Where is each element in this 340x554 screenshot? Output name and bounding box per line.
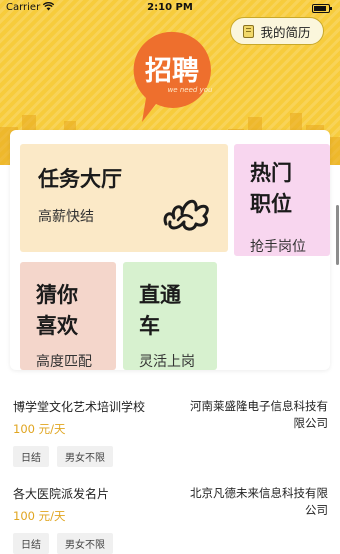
job-tag: 男女不限: [57, 533, 113, 554]
resume-icon: [243, 24, 255, 38]
status-bar: Carrier 2:10 PM: [0, 0, 340, 16]
job-tag: 男女不限: [57, 446, 113, 467]
my-resume-label: 我的简历: [260, 24, 311, 40]
task-hall-subtitle: 高薪快结: [38, 209, 94, 225]
hot-jobs-title: 热门职位: [250, 161, 292, 216]
hot-jobs-card[interactable]: 热门职位 抢手岗位: [234, 144, 330, 256]
guess-you-like-title: 猜你喜欢: [36, 283, 78, 338]
category-panel: 任务大厅 高薪快结 热门职位 抢手岗位 猜你喜欢 高度匹配 直通车 灵活上岗: [10, 130, 330, 370]
job-tags: 日结 男女不限: [13, 533, 121, 554]
scrollbar[interactable]: [336, 205, 339, 265]
scribble-icon: [163, 199, 209, 231]
clock-label: 2:10 PM: [147, 2, 193, 13]
hot-jobs-subtitle: 抢手岗位: [250, 239, 306, 255]
direct-train-subtitle: 灵活上岗: [139, 354, 195, 370]
company-name: 河南莱盛隆电子信息科技有限公司: [190, 399, 328, 430]
direct-train-title: 直通车: [139, 283, 181, 338]
task-hall-card[interactable]: 任务大厅 高薪快结: [20, 144, 228, 252]
recruitment-logo: 招聘 we need you: [133, 31, 213, 123]
company-name: 北京凡德未来信息科技有限公司: [190, 486, 328, 517]
my-resume-button[interactable]: 我的简历: [230, 17, 324, 45]
job-tag: 日结: [13, 446, 49, 467]
job-tags: 日结 男女不限: [13, 446, 121, 467]
task-hall-title: 任务大厅: [38, 167, 122, 191]
guess-you-like-subtitle: 高度匹配: [36, 354, 92, 370]
battery-icon: [312, 4, 332, 13]
job-title: 博学堂文化艺术培训学校: [13, 400, 146, 414]
direct-train-card[interactable]: 直通车 灵活上岗: [123, 262, 217, 370]
salary-label: 100 元/天: [13, 509, 66, 523]
guess-you-like-card[interactable]: 猜你喜欢 高度匹配: [20, 262, 116, 370]
logo-subtext: we need you: [168, 86, 213, 94]
logo-text: 招聘: [145, 56, 199, 87]
job-tag: 日结: [13, 533, 49, 554]
job-title: 各大医院派发名片: [13, 487, 110, 501]
salary-label: 100 元/天: [13, 422, 66, 436]
